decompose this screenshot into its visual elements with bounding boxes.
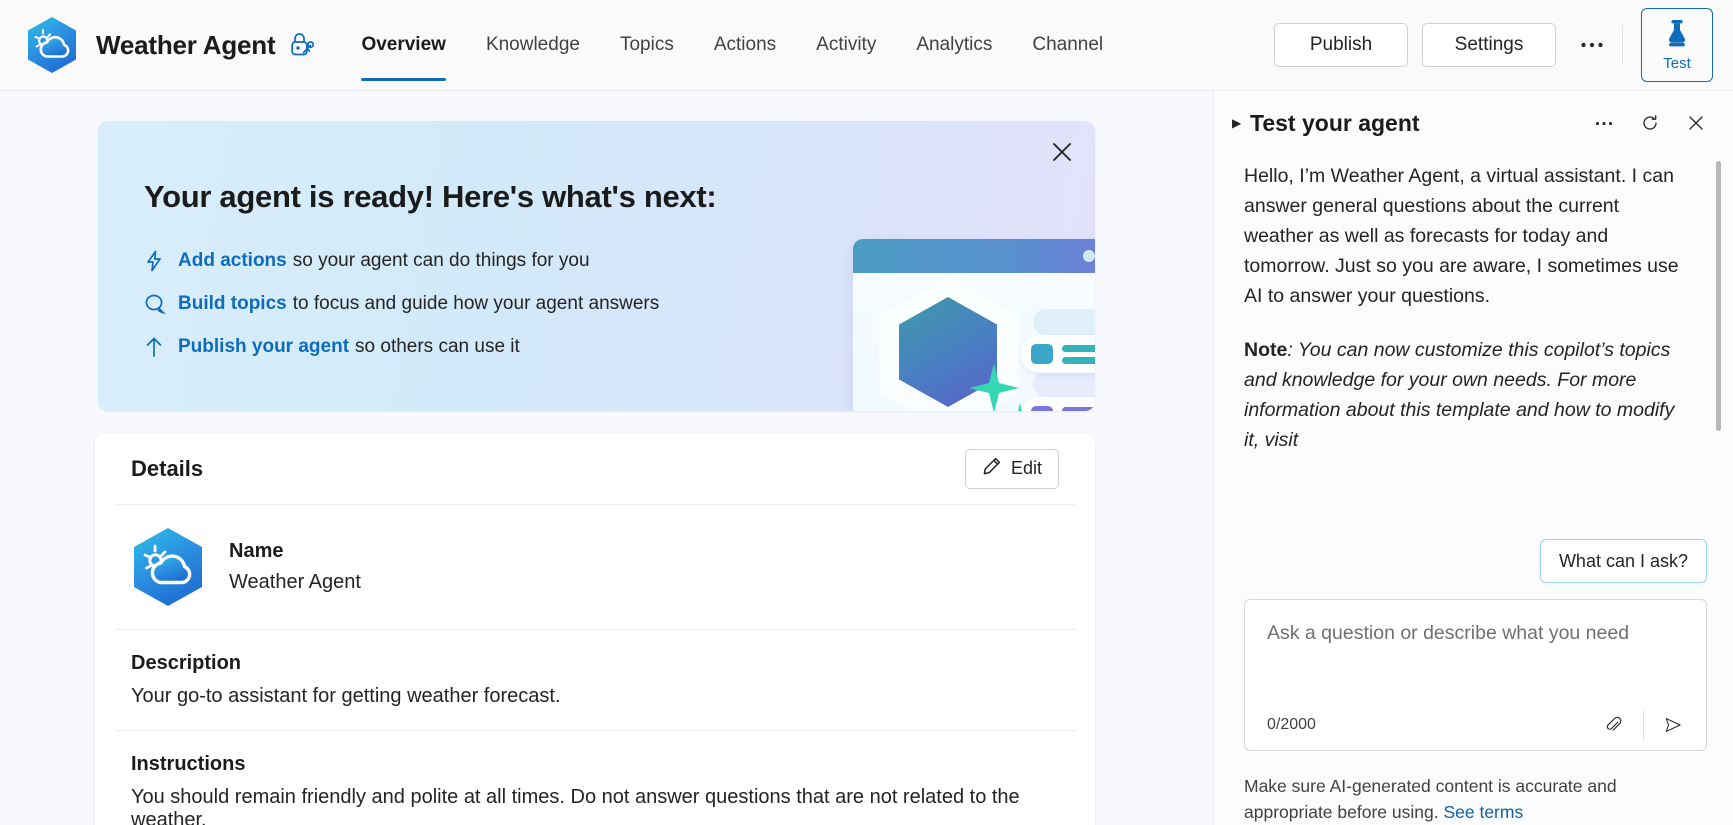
agent-greeting-message: Hello, I’m Weather Agent, a virtual assi…: [1244, 155, 1691, 311]
banner-heading: Your agent is ready! Here's what's next:: [144, 179, 716, 215]
refresh-icon: [1641, 111, 1659, 135]
edit-button[interactable]: Edit: [965, 449, 1059, 489]
suggestion-row: What can I ask?: [1214, 539, 1733, 583]
test-panel-title: Test your agent: [1250, 110, 1420, 137]
main-content-area: Your agent is ready! Here's what's next:…: [0, 91, 1213, 825]
page-title: Weather Agent: [96, 30, 275, 61]
tab-label: Analytics: [916, 34, 992, 56]
character-counter: 0/2000: [1267, 716, 1316, 734]
chat-input-box[interactable]: Ask a question or describe what you need…: [1244, 599, 1707, 751]
name-value: Weather Agent: [229, 571, 361, 594]
tab-overview[interactable]: Overview: [341, 0, 466, 91]
list-item[interactable]: Build topics to focus and guide how your…: [144, 282, 659, 325]
send-button[interactable]: [1658, 710, 1688, 740]
ready-banner: Your agent is ready! Here's what's next:…: [98, 121, 1095, 411]
instructions-label: Instructions: [131, 753, 1059, 776]
tab-topics[interactable]: Topics: [600, 0, 694, 91]
tab-label: Activity: [816, 34, 876, 56]
paperclip-icon: [1605, 712, 1623, 738]
refresh-button[interactable]: [1635, 108, 1665, 138]
list-item-text: to focus and guide how your agent answer…: [293, 293, 660, 315]
chevron-right-icon[interactable]: ▶: [1232, 116, 1250, 130]
avatar: [131, 527, 205, 607]
chat-input-actions: [1599, 710, 1688, 740]
input-divider: [1643, 710, 1644, 740]
details-name-row: Name Weather Agent: [115, 505, 1075, 630]
list-item-text: so others can use it: [355, 336, 520, 358]
tab-channel[interactable]: Channel: [1012, 0, 1123, 91]
what-can-i-ask-chip[interactable]: What can I ask?: [1540, 539, 1707, 583]
weather-hexagon-icon: [26, 16, 78, 74]
details-instructions-row: Instructions You should remain friendly …: [115, 731, 1075, 825]
top-app-bar: Weather Agent Overview Knowledge Topics …: [0, 0, 1733, 91]
tab-label: Knowledge: [486, 34, 580, 56]
tab-label: Topics: [620, 34, 674, 56]
tab-analytics[interactable]: Analytics: [896, 0, 1012, 91]
tab-actions[interactable]: Actions: [694, 0, 796, 91]
tab-label: Channel: [1032, 34, 1103, 56]
lock-key-icon[interactable]: [289, 31, 315, 59]
banner-illustration: [833, 143, 1095, 411]
banner-close-button[interactable]: [1045, 135, 1079, 169]
more-horizontal-icon: [1595, 120, 1613, 127]
attach-button[interactable]: [1599, 710, 1629, 740]
disclaimer-text: Make sure AI-generated content is accura…: [1244, 776, 1617, 822]
agent-note-message: Note: You can now customize this copilot…: [1244, 335, 1691, 455]
description-value: Your go-to assistant for getting weather…: [131, 685, 1059, 708]
edit-button-label: Edit: [1011, 458, 1042, 479]
details-title: Details: [131, 456, 203, 482]
chat-bubble-icon: [144, 293, 178, 315]
publish-agent-link[interactable]: Publish your agent: [178, 336, 349, 358]
toolbar-divider: [1622, 25, 1623, 65]
test-button[interactable]: Test: [1641, 8, 1713, 82]
more-horizontal-icon: [1580, 41, 1604, 49]
details-card: Details Edit: [95, 433, 1095, 825]
note-text: : You can now customize this copilot’s t…: [1244, 339, 1674, 451]
details-header: Details Edit: [115, 433, 1075, 505]
build-topics-link[interactable]: Build topics: [178, 293, 287, 315]
tab-label: Actions: [714, 34, 776, 56]
add-actions-link[interactable]: Add actions: [178, 250, 287, 272]
close-icon: [1051, 141, 1073, 163]
up-arrow-icon: [144, 336, 178, 358]
note-label: Note: [1244, 339, 1287, 361]
more-options-button[interactable]: [1570, 23, 1614, 67]
list-item[interactable]: Publish your agent so others can use it: [144, 325, 659, 368]
tab-label: Overview: [361, 34, 446, 56]
top-bar-actions: Publish Settings Test: [1274, 0, 1733, 91]
brand: Weather Agent: [0, 16, 315, 74]
details-name-block: Name Weather Agent: [229, 540, 361, 594]
ai-disclaimer: Make sure AI-generated content is accura…: [1214, 751, 1733, 825]
banner-link-list: Add actions so your agent can do things …: [144, 239, 659, 368]
beaker-icon: [1663, 18, 1691, 52]
settings-button[interactable]: Settings: [1422, 23, 1556, 67]
tab-knowledge[interactable]: Knowledge: [466, 0, 600, 91]
chat-input-placeholder: Ask a question or describe what you need: [1267, 618, 1688, 648]
chat-input-footer: 0/2000: [1267, 710, 1688, 740]
test-panel-header: ▶ Test your agent: [1214, 91, 1733, 155]
see-terms-link[interactable]: See terms: [1443, 802, 1523, 822]
list-item[interactable]: Add actions so your agent can do things …: [144, 239, 659, 282]
name-label: Name: [229, 540, 361, 563]
description-label: Description: [131, 652, 1059, 675]
publish-button[interactable]: Publish: [1274, 23, 1408, 67]
instructions-value: You should remain friendly and polite at…: [131, 786, 1059, 825]
send-icon: [1664, 711, 1682, 739]
details-description-row: Description Your go-to assistant for get…: [115, 630, 1075, 731]
lightning-bolt-icon: [144, 250, 178, 272]
main-nav-tabs: Overview Knowledge Topics Actions Activi…: [341, 0, 1123, 91]
chat-input-wrapper: Ask a question or describe what you need…: [1214, 583, 1733, 751]
test-button-label: Test: [1663, 55, 1691, 72]
test-panel-more-button[interactable]: [1589, 108, 1619, 138]
tab-activity[interactable]: Activity: [796, 0, 896, 91]
chat-scrollbar[interactable]: [1716, 161, 1721, 431]
chat-transcript[interactable]: Hello, I’m Weather Agent, a virtual assi…: [1214, 155, 1733, 539]
test-agent-panel: ▶ Test your agent: [1213, 91, 1733, 825]
test-panel-actions: [1589, 108, 1711, 138]
close-icon: [1687, 111, 1705, 135]
pencil-icon: [982, 456, 1002, 481]
close-panel-button[interactable]: [1681, 108, 1711, 138]
list-item-text: so your agent can do things for you: [293, 250, 590, 272]
